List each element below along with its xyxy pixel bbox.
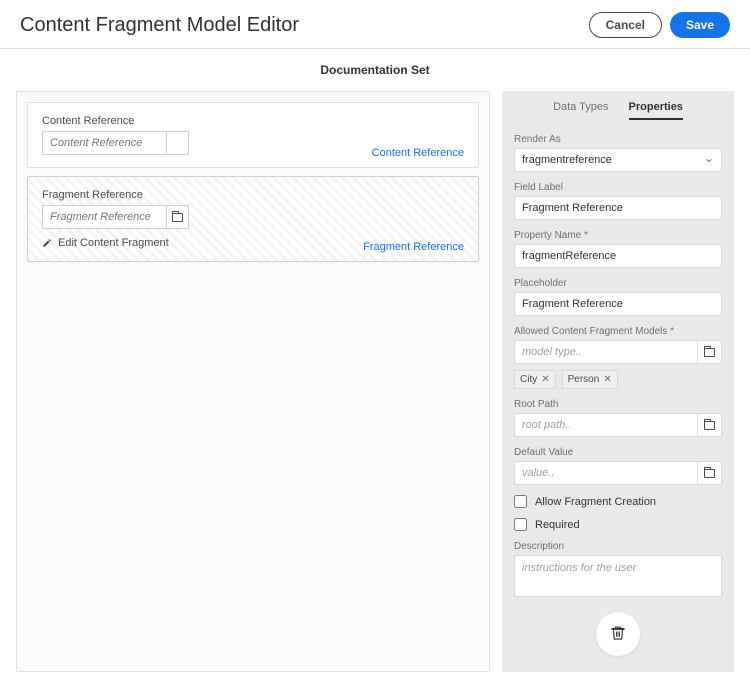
allow-fragment-creation-checkbox[interactable]: [514, 495, 527, 508]
prop-label: Description: [514, 541, 722, 552]
field-label: Fragment Reference: [42, 189, 464, 201]
tag-label: Person: [568, 374, 600, 385]
trash-icon: [609, 624, 627, 645]
prop-description: Description: [514, 541, 722, 600]
delete-zone: [514, 612, 722, 656]
save-button[interactable]: Save: [670, 12, 730, 38]
prop-placeholder: Placeholder: [514, 278, 722, 316]
canvas-panel: Content Reference Content Reference Frag…: [16, 91, 490, 672]
field-input-row: [42, 205, 464, 229]
model-title: Documentation Set: [0, 49, 750, 91]
sidepanel-tabs: Data Types Properties: [514, 101, 722, 120]
main-layout: Content Reference Content Reference Frag…: [0, 91, 750, 688]
root-path-input[interactable]: [514, 413, 698, 437]
prop-label: Property Name *: [514, 230, 722, 241]
prop-render-as: Render As fragmentreference: [514, 134, 722, 172]
pencil-icon: [42, 238, 52, 248]
prop-label: Root Path: [514, 399, 722, 410]
field-card-fragment-reference[interactable]: Fragment Reference Edit Content Fragment…: [27, 176, 479, 262]
prop-label: Render As: [514, 134, 722, 145]
placeholder-input[interactable]: [514, 292, 722, 316]
allowed-models-input[interactable]: [514, 340, 698, 364]
tab-data-types[interactable]: Data Types: [553, 101, 608, 120]
fragment-reference-browse-button[interactable]: [167, 205, 189, 229]
prop-field-label: Field Label: [514, 182, 722, 220]
folder-icon: [704, 421, 715, 430]
field-label: Content Reference: [42, 115, 464, 127]
page-title: Content Fragment Model Editor: [20, 14, 299, 37]
prop-allowed-models: Allowed Content Fragment Models * City ✕…: [514, 326, 722, 389]
field-type-tag: Fragment Reference: [363, 241, 464, 253]
root-path-browse-button[interactable]: [698, 413, 722, 437]
edit-content-fragment-label: Edit Content Fragment: [58, 237, 169, 249]
field-label-input[interactable]: [514, 196, 722, 220]
allowed-models-browse-button[interactable]: [698, 340, 722, 364]
prop-label: Placeholder: [514, 278, 722, 289]
app-header: Content Fragment Model Editor Cancel Sav…: [0, 0, 750, 49]
default-value-input[interactable]: [514, 461, 698, 485]
cancel-button[interactable]: Cancel: [589, 12, 662, 38]
tag-remove-icon[interactable]: ✕: [541, 374, 549, 385]
prop-default-value: Default Value: [514, 447, 722, 485]
prop-label: Field Label: [514, 182, 722, 193]
header-actions: Cancel Save: [589, 12, 730, 38]
field-type-tag: Content Reference: [372, 147, 464, 159]
tag-city: City ✕: [514, 370, 556, 389]
tag-remove-icon[interactable]: ✕: [603, 374, 611, 385]
required-row: Required: [514, 518, 722, 531]
allow-fragment-creation-label: Allow Fragment Creation: [535, 496, 656, 508]
allow-fragment-creation-row: Allow Fragment Creation: [514, 495, 722, 508]
folder-icon: [172, 213, 183, 222]
fragment-reference-input[interactable]: [42, 205, 167, 229]
required-label: Required: [535, 519, 580, 531]
prop-label: Allowed Content Fragment Models *: [514, 326, 722, 337]
prop-property-name: Property Name *: [514, 230, 722, 268]
render-as-select[interactable]: fragmentreference: [514, 148, 722, 172]
side-panel: Data Types Properties Render As fragment…: [502, 91, 734, 672]
prop-label: Default Value: [514, 447, 722, 458]
tag-person: Person ✕: [562, 370, 618, 389]
prop-root-path: Root Path: [514, 399, 722, 437]
description-textarea[interactable]: [514, 555, 722, 597]
default-value-browse-button[interactable]: [698, 461, 722, 485]
folder-icon: [704, 469, 715, 478]
tag-label: City: [520, 374, 537, 385]
property-name-input[interactable]: [514, 244, 722, 268]
required-checkbox[interactable]: [514, 518, 527, 531]
delete-button[interactable]: [596, 612, 640, 656]
field-card-content-reference[interactable]: Content Reference Content Reference: [27, 102, 479, 168]
folder-icon: [704, 348, 715, 357]
tab-properties[interactable]: Properties: [629, 101, 683, 120]
content-reference-input[interactable]: [42, 131, 167, 155]
allowed-models-tags: City ✕ Person ✕: [514, 370, 722, 389]
render-as-select-wrap: fragmentreference: [514, 148, 722, 172]
content-reference-browse-button[interactable]: [167, 131, 189, 155]
